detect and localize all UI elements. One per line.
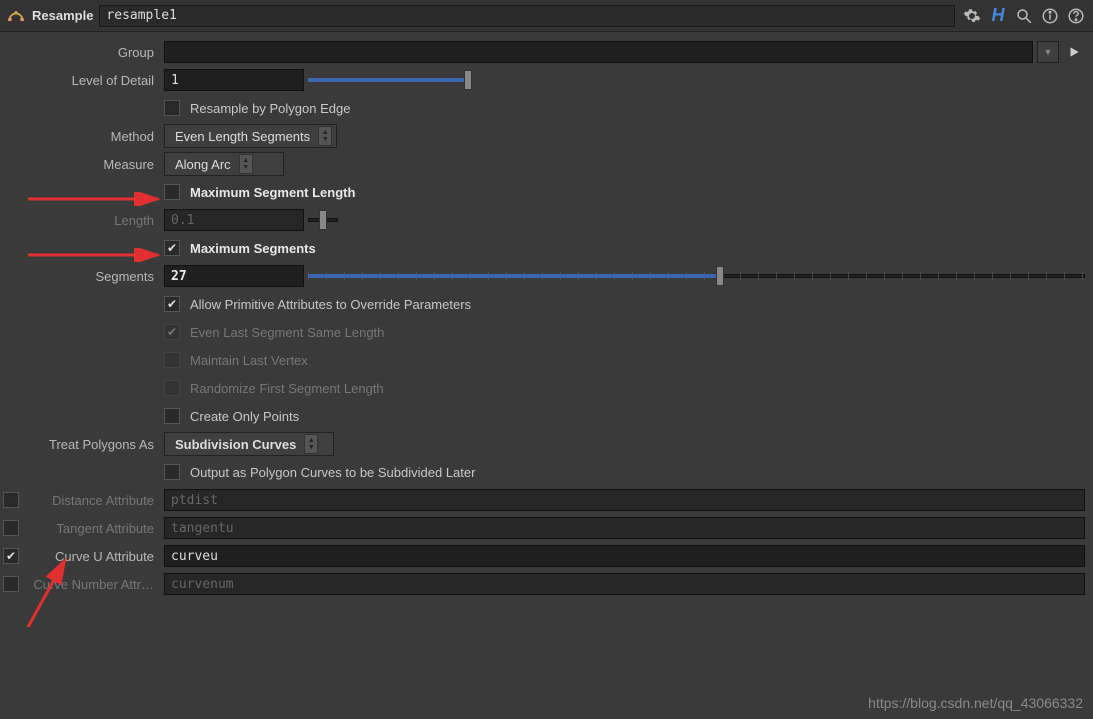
segments-slider[interactable]	[308, 265, 1085, 287]
create-points-label: Create Only Points	[190, 409, 299, 424]
measure-value: Along Arc	[175, 157, 231, 172]
even-last-row: Even Last Segment Same Length	[0, 318, 1089, 346]
curvenum-attr-label: Curve Number Attr…	[26, 577, 160, 592]
allow-override-label: Allow Primitive Attributes to Override P…	[190, 297, 471, 312]
watermark-text: https://blog.csdn.net/qq_43066332	[868, 695, 1083, 711]
tan-attr-toggle[interactable]	[3, 520, 19, 536]
tan-attr-label: Tangent Attribute	[26, 521, 160, 536]
max-segs-checkbox[interactable]	[164, 240, 180, 256]
treat-polys-label: Treat Polygons As	[0, 437, 160, 452]
allow-override-row: Allow Primitive Attributes to Override P…	[0, 290, 1089, 318]
info-icon[interactable]	[1039, 5, 1061, 27]
curveu-attr-toggle[interactable]	[3, 548, 19, 564]
curveu-attr-row: Curve U Attribute	[0, 542, 1089, 570]
randomize-first-label: Randomize First Segment Length	[190, 381, 384, 396]
length-input	[164, 209, 304, 231]
treat-polys-row: Treat Polygons As Subdivision Curves ▲▼	[0, 430, 1089, 458]
dist-attr-label: Distance Attribute	[26, 493, 160, 508]
treat-polys-value: Subdivision Curves	[175, 437, 296, 452]
curvenum-attr-toggle[interactable]	[3, 576, 19, 592]
max-seg-len-row: Maximum Segment Length	[0, 178, 1089, 206]
gear-icon[interactable]	[961, 5, 983, 27]
group-row: Group ▼	[0, 38, 1089, 66]
treat-polys-dropdown[interactable]: Subdivision Curves ▲▼	[164, 432, 334, 456]
measure-row: Measure Along Arc ▲▼	[0, 150, 1089, 178]
group-input[interactable]	[164, 41, 1033, 63]
node-type-label: Resample	[32, 8, 93, 23]
curveu-attr-input[interactable]	[164, 545, 1085, 567]
group-label: Group	[0, 45, 160, 60]
search-icon[interactable]	[1013, 5, 1035, 27]
curveu-attr-label: Curve U Attribute	[26, 549, 160, 564]
dist-attr-row: Distance Attribute	[0, 486, 1089, 514]
updown-icon: ▲▼	[318, 126, 332, 146]
header-bar: Resample H	[0, 0, 1093, 32]
curvenum-attr-row: Curve Number Attr…	[0, 570, 1089, 598]
max-segs-label: Maximum Segments	[190, 241, 316, 256]
even-last-checkbox	[164, 324, 180, 340]
output-poly-label: Output as Polygon Curves to be Subdivide…	[190, 465, 475, 480]
header-icon-group: H	[961, 5, 1087, 27]
group-dropdown-button[interactable]: ▼	[1037, 41, 1059, 63]
max-seg-len-checkbox[interactable]	[164, 184, 180, 200]
length-slider	[308, 209, 338, 231]
method-value: Even Length Segments	[175, 129, 310, 144]
dist-attr-toggle[interactable]	[3, 492, 19, 508]
updown-icon: ▲▼	[239, 154, 253, 174]
resample-by-edge-checkbox[interactable]	[164, 100, 180, 116]
randomize-first-checkbox	[164, 380, 180, 396]
segments-label: Segments	[0, 269, 160, 284]
allow-override-checkbox[interactable]	[164, 296, 180, 312]
tan-attr-row: Tangent Attribute	[0, 514, 1089, 542]
maintain-last-label: Maintain Last Vertex	[190, 353, 308, 368]
measure-dropdown[interactable]: Along Arc ▲▼	[164, 152, 284, 176]
lod-row: Level of Detail	[0, 66, 1089, 94]
method-row: Method Even Length Segments ▲▼	[0, 122, 1089, 150]
dist-attr-input	[164, 489, 1085, 511]
maintain-last-checkbox	[164, 352, 180, 368]
lod-input[interactable]	[164, 69, 304, 91]
method-dropdown[interactable]: Even Length Segments ▲▼	[164, 124, 337, 148]
segments-row: Segments	[0, 262, 1089, 290]
houdini-icon[interactable]: H	[987, 5, 1009, 27]
tan-attr-input	[164, 517, 1085, 539]
help-icon[interactable]	[1065, 5, 1087, 27]
group-select-button[interactable]	[1063, 41, 1085, 63]
max-segs-row: Maximum Segments	[0, 234, 1089, 262]
segments-input[interactable]	[164, 265, 304, 287]
randomize-first-row: Randomize First Segment Length	[0, 374, 1089, 402]
lod-label: Level of Detail	[0, 73, 160, 88]
curvenum-attr-input	[164, 573, 1085, 595]
even-last-label: Even Last Segment Same Length	[190, 325, 384, 340]
length-label: Length	[0, 213, 160, 228]
measure-label: Measure	[0, 157, 160, 172]
output-poly-row: Output as Polygon Curves to be Subdivide…	[0, 458, 1089, 486]
max-seg-len-label: Maximum Segment Length	[190, 185, 355, 200]
parameter-panel: Group ▼ Level of Detail Resample by Poly…	[0, 32, 1093, 604]
create-points-row: Create Only Points	[0, 402, 1089, 430]
length-row: Length	[0, 206, 1089, 234]
lod-slider[interactable]	[308, 69, 468, 91]
method-label: Method	[0, 129, 160, 144]
resample-by-edge-row: Resample by Polygon Edge	[0, 94, 1089, 122]
node-type-icon	[6, 6, 26, 26]
updown-icon: ▲▼	[304, 434, 318, 454]
node-name-input[interactable]	[99, 5, 955, 27]
resample-by-edge-label: Resample by Polygon Edge	[190, 101, 350, 116]
maintain-last-row: Maintain Last Vertex	[0, 346, 1089, 374]
create-points-checkbox[interactable]	[164, 408, 180, 424]
output-poly-checkbox[interactable]	[164, 464, 180, 480]
